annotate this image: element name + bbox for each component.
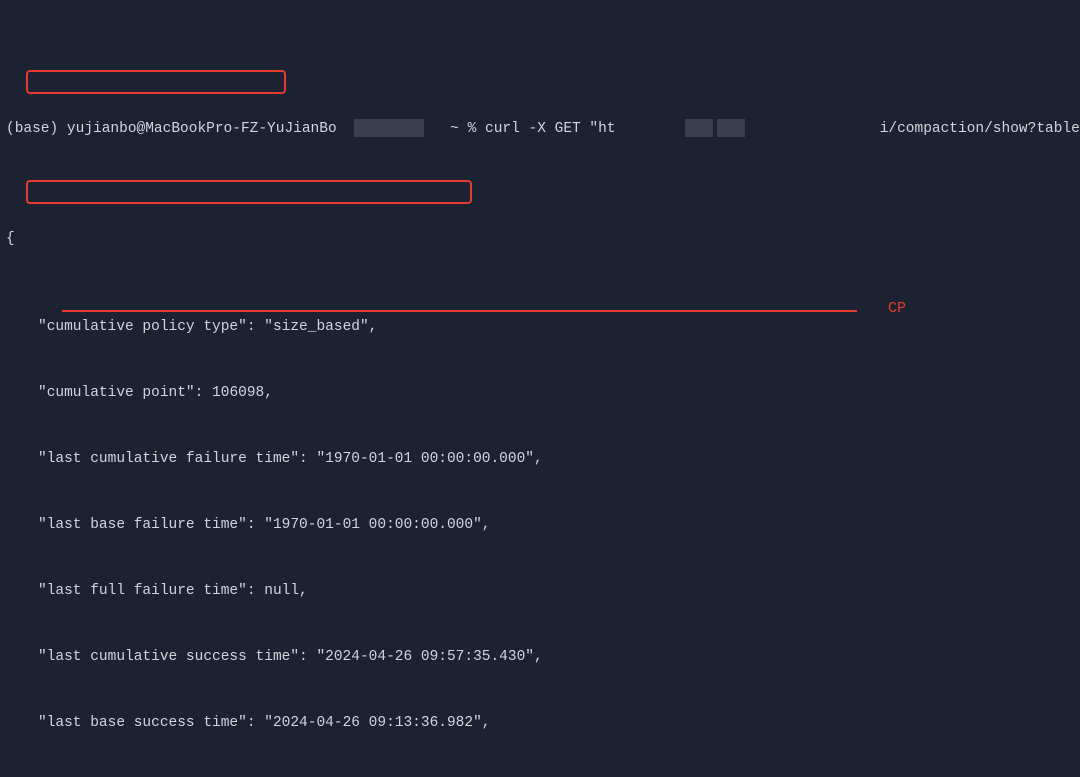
field-cumulative-policy-type: "cumulative policy type": "size_based", <box>6 316 1074 338</box>
field-last-cumulative-failure-time: "last cumulative failure time": "1970-01… <box>6 448 1074 470</box>
redaction-mask <box>354 119 424 137</box>
command-prefix: curl -X GET "ht <box>485 121 616 137</box>
field-last-base-failure-time: "last base failure time": "1970-01-01 00… <box>6 514 1074 536</box>
path-sep: ~ % <box>441 121 476 137</box>
terminal[interactable]: (base) yujianbo@MacBookPro-FZ-YuJianBoBB… <box>0 0 1080 777</box>
prompt-line: (base) yujianbo@MacBookPro-FZ-YuJianBoBB… <box>6 96 1074 162</box>
user-host: yujianbo@MacBookPro-FZ-YuJianBo <box>67 121 337 137</box>
field-last-full-failure-time: "last full failure time": null, <box>6 580 1074 602</box>
shell-env: (base) <box>6 121 58 137</box>
highlight-cumulative-point <box>26 70 286 94</box>
field-last-cumulative-success-time: "last cumulative success time": "2024-04… <box>6 646 1074 668</box>
redaction-mask <box>685 119 713 137</box>
highlight-first-rowset-underline <box>62 310 857 312</box>
field-cumulative-point: "cumulative point": 106098, <box>6 382 1074 404</box>
command-suffix: i/compaction/show?tablet_id=9025274"; <box>880 121 1080 137</box>
json-open-brace: { <box>6 228 1074 250</box>
highlight-last-base-success-time <box>26 180 472 204</box>
redaction-mask <box>717 119 745 137</box>
field-last-base-success-time: "last base success time": "2024-04-26 09… <box>6 712 1074 734</box>
